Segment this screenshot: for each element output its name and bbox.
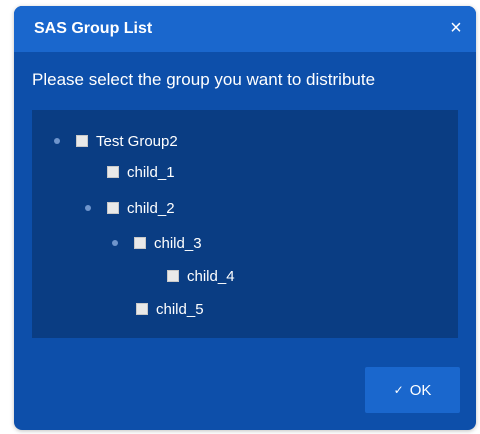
dialog-title: SAS Group List xyxy=(34,20,153,37)
dialog-titlebar: SAS Group List × xyxy=(14,6,476,52)
tree-node-label: child_4 xyxy=(187,267,235,285)
tree-checkbox[interactable] xyxy=(136,303,148,315)
tree-expander-icon[interactable] xyxy=(112,240,118,246)
tree-node-label: child_1 xyxy=(127,163,175,181)
tree-node-label: child_2 xyxy=(127,199,175,217)
tree-node-child-2[interactable]: child_2 xyxy=(85,197,175,219)
tree-node-child-5[interactable]: child_5 xyxy=(136,298,204,320)
tree-node-child-1[interactable]: child_1 xyxy=(107,161,175,183)
tree-checkbox[interactable] xyxy=(107,166,119,178)
tree-node-label: Test Group2 xyxy=(96,132,178,150)
tree-checkbox[interactable] xyxy=(134,237,146,249)
tree-expander-icon[interactable] xyxy=(85,205,91,211)
sas-group-list-dialog: SAS Group List × Please select the group… xyxy=(14,6,476,430)
checkmark-icon: ✓ xyxy=(393,383,404,397)
tree-checkbox[interactable] xyxy=(107,202,119,214)
tree-node-child-3[interactable]: child_3 xyxy=(112,232,202,254)
ok-button[interactable]: ✓ OK xyxy=(365,367,460,413)
group-tree: Test Group2 child_1 child_2 child_3 chil… xyxy=(32,110,458,338)
ok-button-label: OK xyxy=(409,381,432,399)
tree-node-label: child_3 xyxy=(154,234,202,252)
tree-checkbox[interactable] xyxy=(76,135,88,147)
selection-prompt: Please select the group you want to dist… xyxy=(32,70,376,89)
tree-node-test-group2[interactable]: Test Group2 xyxy=(54,130,178,152)
close-icon[interactable]: × xyxy=(446,18,466,38)
tree-node-label: child_5 xyxy=(156,300,204,318)
tree-checkbox[interactable] xyxy=(167,270,179,282)
tree-expander-icon[interactable] xyxy=(54,138,60,144)
tree-node-child-4[interactable]: child_4 xyxy=(167,265,235,287)
